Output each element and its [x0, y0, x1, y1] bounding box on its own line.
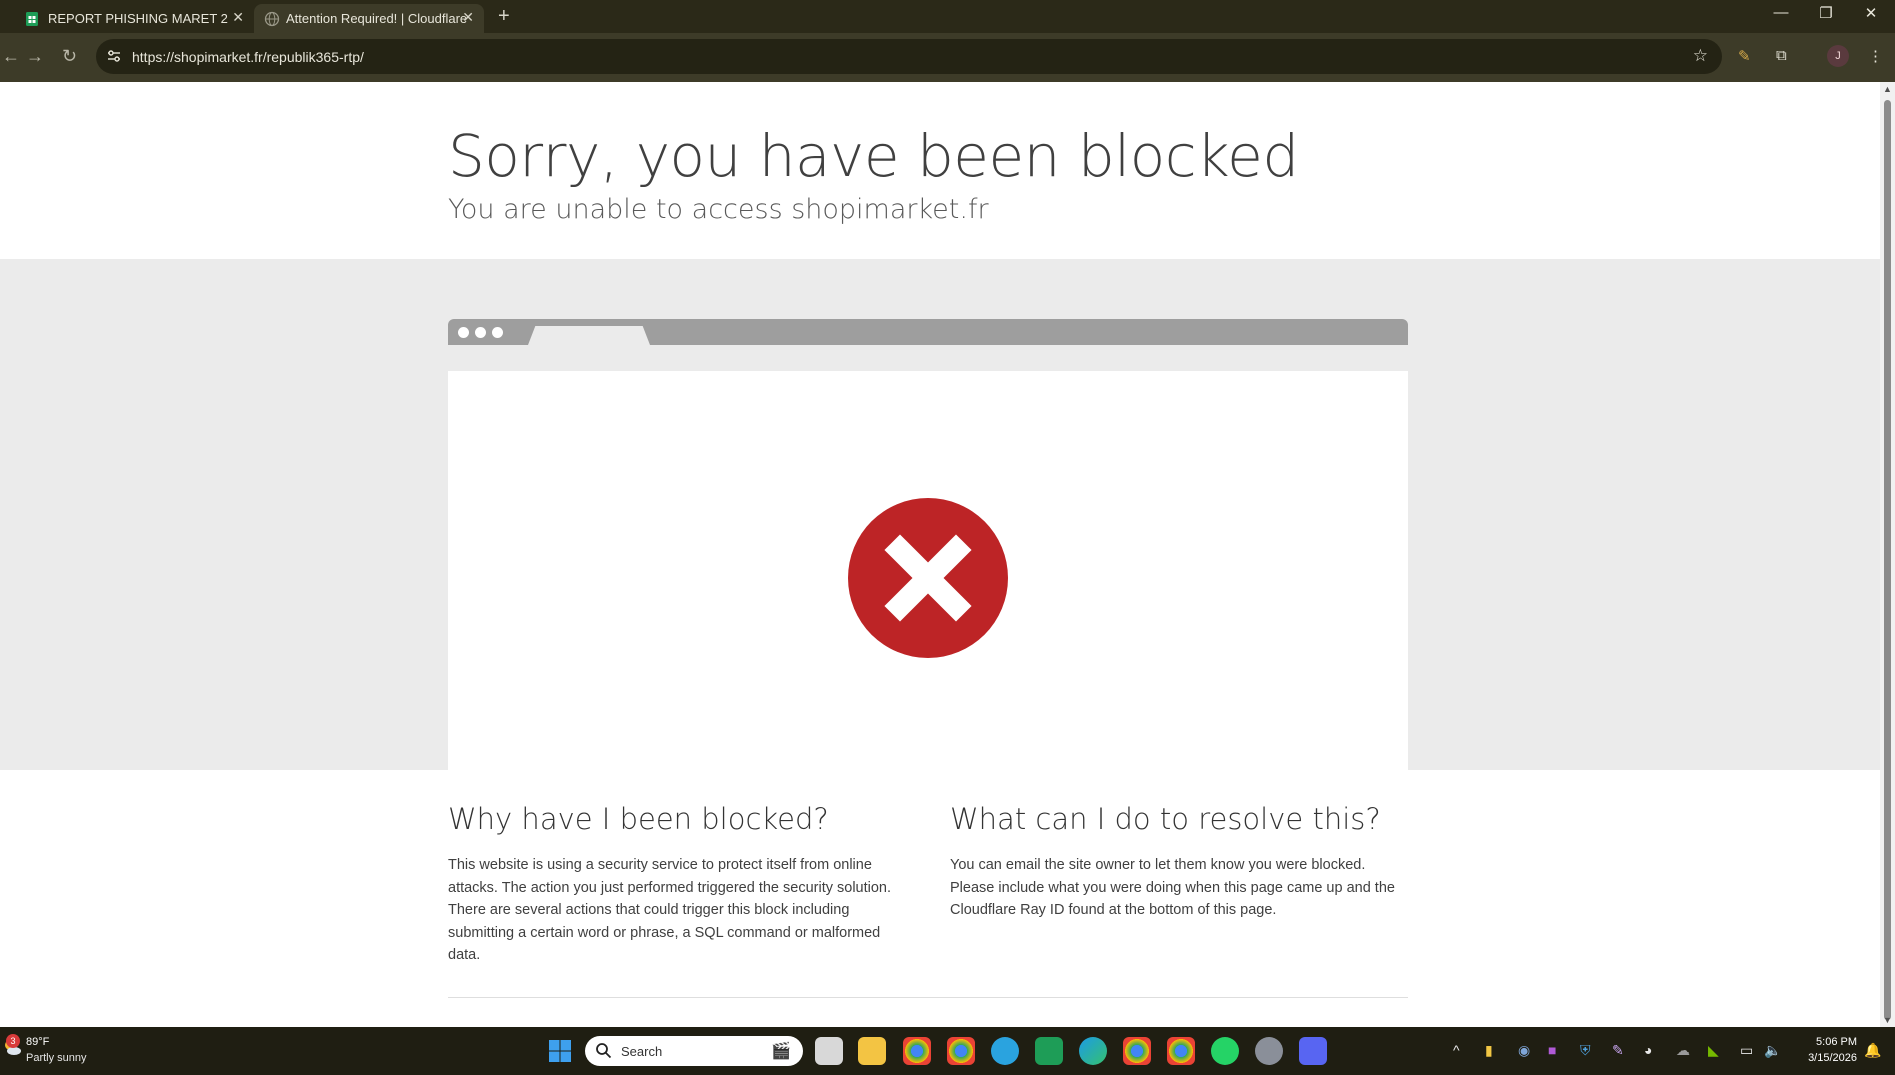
tab-strip: REPORT PHISHING MARET 2026 ✕ Attention R… [0, 0, 1895, 33]
address-bar[interactable]: https://shopimarket.fr/republik365-rtp/ … [96, 39, 1722, 74]
volume-icon[interactable]: 🔈 [1764, 1042, 1781, 1059]
search-icon [596, 1043, 612, 1059]
menu-icon[interactable]: ⋮ [1868, 47, 1883, 65]
search-placeholder: Search [621, 1044, 663, 1059]
chrome-icon[interactable] [1167, 1037, 1195, 1065]
tab-title: Attention Required! | Cloudflare [286, 11, 468, 26]
scrollbar-thumb[interactable] [1884, 100, 1891, 1020]
profile-avatar[interactable]: J [1827, 45, 1849, 67]
close-window-icon[interactable]: ✕ [1851, 4, 1891, 22]
illustration-dot [492, 327, 503, 338]
forward-icon[interactable]: → [26, 46, 44, 67]
taskbar-search[interactable]: Search 🎬 [585, 1036, 803, 1066]
illustration-dot [458, 327, 469, 338]
google-sheets-icon [26, 12, 38, 26]
password-manager-icon[interactable]: ✎ [1738, 47, 1751, 65]
why-blocked-section: Why have I been blocked? This website is… [448, 802, 908, 967]
search-highlight-icon: 🎬 [771, 1043, 791, 1060]
edge-icon[interactable] [1079, 1037, 1107, 1065]
browser-toolbar: ← → ↻ https://shopimarket.fr/republik365… [0, 33, 1895, 82]
back-icon[interactable]: ← [2, 46, 20, 67]
nvidia-icon[interactable]: ◣ [1708, 1042, 1719, 1059]
browser-illustration-window [448, 371, 1408, 771]
illustration-dot [475, 327, 486, 338]
onenote-icon[interactable]: ■ [1548, 1042, 1556, 1058]
weather-temp[interactable]: 89°F [26, 1036, 49, 1048]
scroll-up-icon[interactable]: ▲ [1883, 84, 1892, 94]
clock-date[interactable]: 3/15/2026 [1795, 1052, 1857, 1064]
scroll-down-icon[interactable]: ▼ [1883, 1015, 1892, 1025]
chrome-icon[interactable] [1123, 1037, 1151, 1065]
globe-icon [264, 11, 280, 27]
resolve-text: You can email the site owner to let them… [950, 857, 1395, 918]
tab-attention-required[interactable]: Attention Required! | Cloudflare ✕ [254, 4, 484, 33]
resolve-heading: What can I do to resolve this? [950, 802, 1381, 836]
sheets-icon[interactable] [1035, 1037, 1063, 1065]
notification-bell-icon[interactable]: 🔔 [1864, 1042, 1881, 1059]
section-divider [448, 997, 1408, 998]
weather-desc[interactable]: Partly sunny [26, 1052, 87, 1064]
why-blocked-heading: Why have I been blocked? [448, 802, 829, 836]
chrome-icon[interactable] [903, 1037, 931, 1065]
page-viewport: Sorry, you have been blocked You are una… [0, 82, 1880, 1027]
defender-icon[interactable]: ⛨ [1580, 1042, 1591, 1059]
tab-title: REPORT PHISHING MARET 2026 [48, 11, 228, 26]
show-hidden-icons[interactable]: ^ [1453, 1042, 1460, 1058]
restore-icon[interactable]: ❐ [1806, 4, 1846, 22]
windows-taskbar: 3 89°F Partly sunny Search 🎬 ^ ▮ ◉ ■ ⛨ ✎… [0, 1027, 1895, 1075]
illustration-tab [528, 326, 650, 345]
browser-illustration-bar [448, 319, 1408, 345]
page-scrollbar[interactable]: ▲ ▼ [1880, 82, 1895, 1027]
bookmark-star-icon[interactable]: ☆ [1693, 46, 1708, 66]
windows-start-icon[interactable] [548, 1039, 572, 1063]
task-view-icon[interactable] [815, 1037, 843, 1065]
telegram-icon[interactable] [991, 1037, 1019, 1065]
x-circle-icon [848, 498, 1008, 658]
whatsapp-icon[interactable] [1211, 1037, 1239, 1065]
page-subtitle: You are unable to access shopimarket.fr [448, 194, 989, 225]
settings-icon[interactable] [1255, 1037, 1283, 1065]
close-tab-icon[interactable]: ✕ [462, 9, 474, 26]
network-icon[interactable]: ▭ [1740, 1042, 1753, 1059]
resolve-section: What can I do to resolve this? You can e… [950, 802, 1410, 922]
why-blocked-text: This website is using a security service… [448, 857, 892, 963]
close-tab-icon[interactable]: ✕ [232, 9, 244, 26]
new-tab-icon[interactable]: + [498, 5, 510, 28]
reload-icon[interactable]: ↻ [62, 46, 77, 67]
discord-tray-icon[interactable]: ◕ [1644, 1042, 1652, 1058]
clock-time[interactable]: 5:06 PM [1805, 1036, 1857, 1048]
tray-app-icon[interactable]: ◉ [1518, 1042, 1530, 1059]
extensions-icon[interactable]: ⧉ [1776, 47, 1787, 64]
usb-icon[interactable]: ▮ [1485, 1042, 1493, 1059]
folder-icon[interactable] [858, 1037, 886, 1065]
discord-icon[interactable] [1299, 1037, 1327, 1065]
hero-section: Sorry, you have been blocked You are una… [448, 122, 1299, 225]
site-settings-icon[interactable] [106, 48, 122, 64]
pen-icon[interactable]: ✎ [1612, 1042, 1624, 1059]
page-title: Sorry, you have been blocked [448, 122, 1299, 190]
minimize-icon[interactable]: — [1761, 4, 1801, 21]
chrome-icon[interactable] [947, 1037, 975, 1065]
tab-report-phishing[interactable]: REPORT PHISHING MARET 2026 ✕ [24, 4, 254, 33]
url-text: https://shopimarket.fr/republik365-rtp/ [132, 49, 364, 65]
weather-badge: 3 [6, 1034, 20, 1048]
onedrive-icon[interactable]: ☁ [1676, 1042, 1690, 1059]
